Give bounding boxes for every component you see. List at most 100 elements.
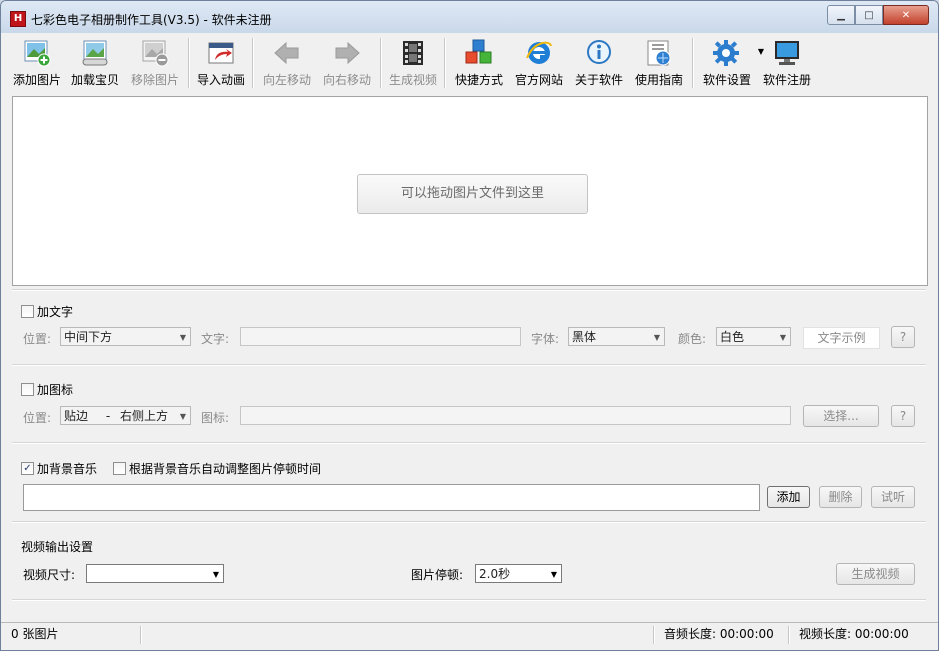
music-path-input[interactable]	[23, 484, 760, 511]
close-button[interactable]: ✕	[883, 5, 929, 25]
add-text-checkbox[interactable]: 加文字	[21, 303, 73, 320]
toolbar-label: 加载宝贝	[70, 73, 119, 87]
add-logo-checkbox[interactable]: 加图标	[21, 381, 73, 398]
audio-length: 音频长度: 00:00:00	[664, 627, 774, 641]
text-content-input[interactable]	[240, 327, 521, 346]
user-guide-button[interactable]: 使用指南	[629, 33, 689, 93]
pause-time-select[interactable]: 2.0秒 ▼	[475, 564, 562, 583]
film-icon	[398, 38, 428, 68]
main-window: H 七彩色电子相册制作工具(V3.5) - 软件未注册 ▁ □ ✕ 添加图片 加…	[0, 0, 939, 651]
toolbar-label: 软件设置	[702, 73, 751, 87]
toolbar-label: 使用指南	[634, 73, 683, 87]
logo-help-button[interactable]: ?	[891, 405, 915, 427]
toolbar-label: 向左移动	[262, 73, 311, 87]
guide-icon	[644, 38, 674, 68]
gear-icon	[712, 38, 742, 68]
status-divider	[140, 626, 142, 644]
toolbar-label: 快捷方式	[454, 73, 503, 87]
divider	[12, 599, 926, 601]
select-logo-button[interactable]: 选择...	[803, 405, 879, 427]
toolbar-separator	[692, 38, 694, 88]
checkbox-box[interactable]	[21, 383, 34, 396]
checkbox-box[interactable]: ✓	[21, 462, 34, 475]
toolbar-label: 向右移动	[322, 73, 371, 87]
settings-button[interactable]: ▼ 软件设置	[697, 33, 764, 93]
logo-path-input[interactable]	[240, 406, 791, 425]
drop-images-button[interactable]: 可以拖动图片文件到这里	[357, 174, 588, 214]
divider	[12, 442, 926, 444]
logo-position-select[interactable]: 贴边 - 右侧上方 ▼	[60, 406, 191, 425]
checkbox-box[interactable]	[21, 305, 34, 318]
window-title: 七彩色电子相册制作工具(V3.5) - 软件未注册	[31, 13, 272, 27]
toolbar-separator	[444, 38, 446, 88]
checkbox-box[interactable]	[113, 462, 126, 475]
arrow-right-icon	[332, 38, 362, 68]
auto-adjust-checkbox[interactable]: 根据背景音乐自动调整图片停顿时间	[113, 460, 321, 477]
select-value: 贴边	[64, 409, 89, 423]
app-icon: H	[10, 11, 26, 27]
toolbar-separator	[188, 38, 190, 88]
status-divider	[653, 626, 655, 644]
select-value: 2.0秒	[479, 567, 511, 581]
toolbar-separator	[252, 38, 254, 88]
color-label: 颜色:	[678, 332, 707, 346]
chevron-down-icon: ▼	[550, 570, 557, 579]
official-website-button[interactable]: 官方网站	[509, 33, 569, 93]
bg-music-checkbox[interactable]: ✓ 加背景音乐	[21, 460, 97, 477]
monitor-icon	[772, 38, 802, 68]
chevron-down-icon: ▼	[653, 333, 660, 342]
register-button[interactable]: 软件注册	[757, 33, 817, 93]
text-position-label: 位置:	[23, 332, 52, 346]
logo-icon-label: 图标:	[201, 411, 230, 425]
divider	[12, 364, 926, 366]
video-size-select[interactable]: ▼	[86, 564, 224, 583]
select-value: 中间下方	[64, 330, 113, 344]
import-animation-icon	[206, 38, 236, 68]
video-size-label: 视频尺寸:	[23, 568, 76, 582]
color-select[interactable]: 白色 ▼	[716, 327, 791, 346]
window-controls: ▁ □ ✕	[827, 5, 929, 25]
shortcut-button[interactable]: 快捷方式	[449, 33, 509, 93]
pause-time-label: 图片停顿:	[411, 568, 464, 582]
about-button[interactable]: 关于软件	[569, 33, 629, 93]
select-value: 黑体	[572, 330, 597, 344]
load-items-icon	[80, 38, 110, 68]
remove-image-icon	[140, 38, 170, 68]
add-music-button[interactable]: 添加	[767, 486, 810, 508]
select-value: 右侧上方	[120, 409, 169, 423]
minimize-button[interactable]: ▁	[827, 5, 855, 25]
add-image-button[interactable]: 添加图片	[9, 33, 65, 93]
toolbar: 添加图片 加载宝贝 移除图片 导入动画 向左移动 向右移动 生成视频 快捷方式 …	[9, 33, 930, 93]
move-right-button[interactable]: 向右移动	[317, 33, 377, 93]
chevron-down-icon: ▼	[179, 412, 186, 421]
logo-position-label: 位置:	[23, 411, 52, 425]
image-drop-area[interactable]: 可以拖动图片文件到这里	[12, 96, 928, 286]
generate-video-toolbar-button[interactable]: 生成视频	[385, 33, 441, 93]
info-icon	[584, 38, 614, 68]
text-sample-preview: 文字示例	[803, 327, 880, 349]
checkbox-label: 加文字	[37, 305, 74, 319]
toolbar-label: 软件注册	[762, 73, 811, 87]
load-items-button[interactable]: 加载宝贝	[65, 33, 125, 93]
toolbar-label: 关于软件	[574, 73, 623, 87]
remove-image-button[interactable]: 移除图片	[125, 33, 185, 93]
chevron-down-icon: ▼	[179, 333, 186, 342]
import-animation-button[interactable]: 导入动画	[193, 33, 249, 93]
divider	[12, 521, 926, 523]
text-position-select[interactable]: 中间下方 ▼	[60, 327, 191, 346]
preview-music-button[interactable]: 试听	[871, 486, 915, 508]
generate-video-button[interactable]: 生成视频	[836, 563, 915, 585]
text-content-label: 文字:	[201, 332, 230, 346]
checkbox-label: 加背景音乐	[37, 462, 98, 476]
checkbox-label: 加图标	[37, 383, 74, 397]
toolbar-label: 官方网站	[514, 73, 563, 87]
text-help-button[interactable]: ?	[891, 326, 915, 348]
font-label: 字体:	[531, 332, 560, 346]
maximize-button[interactable]: □	[855, 5, 883, 25]
chevron-down-icon: ▼	[212, 570, 219, 579]
move-left-button[interactable]: 向左移动	[257, 33, 317, 93]
status-divider	[788, 626, 790, 644]
font-select[interactable]: 黑体 ▼	[568, 327, 665, 346]
title-bar[interactable]: H 七彩色电子相册制作工具(V3.5) - 软件未注册 ▁ □ ✕	[1, 1, 938, 33]
delete-music-button[interactable]: 删除	[819, 486, 862, 508]
